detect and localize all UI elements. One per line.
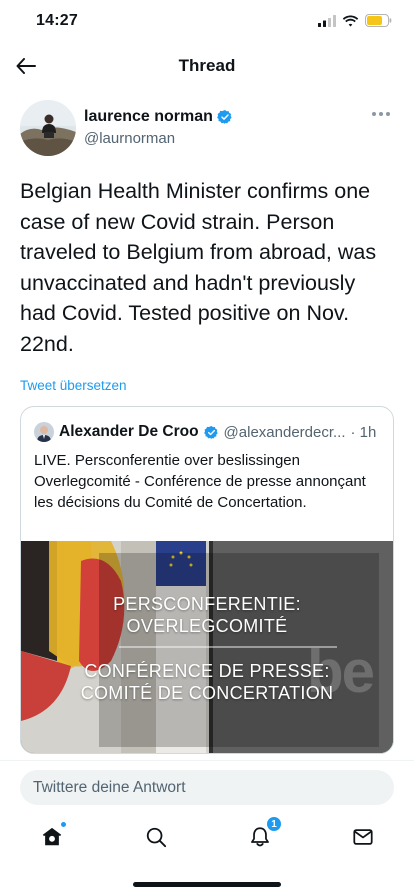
quoted-author-handle: @alexanderdecr... — [223, 423, 346, 441]
reply-placeholder: Twittere deine Antwort — [33, 778, 186, 796]
author-name[interactable]: laurence norman — [84, 108, 213, 126]
battery-icon — [365, 14, 392, 27]
more-dots-icon — [372, 112, 376, 116]
translate-tweet-link[interactable]: Tweet übersetzen — [20, 378, 127, 393]
notifications-count-badge: 1 — [266, 816, 282, 832]
media-caption-top: PERSCONFERENTIE: OVERLEGCOMITÉ — [21, 593, 393, 637]
reply-input[interactable]: Twittere deine Antwort — [20, 770, 394, 805]
status-time: 14:27 — [36, 12, 78, 29]
media-caption-bottom-line2: COMITÉ DE CONCERTATION — [80, 683, 334, 703]
page-title: Thread — [178, 56, 236, 75]
media-caption-bottom: CONFÉRENCE DE PRESSE: COMITÉ DE CONCERTA… — [21, 660, 393, 704]
quoted-avatar — [34, 422, 54, 442]
cellular-signal-icon — [318, 14, 336, 27]
tab-notifications[interactable]: 1 — [247, 816, 282, 850]
status-icons — [318, 14, 392, 27]
quoted-tweet-video[interactable]: PERSCONFERENTIE: OVERLEGCOMITÉ be CONFÉR… — [21, 541, 393, 753]
more-options-button[interactable] — [372, 108, 392, 120]
quoted-author-name: Alexander De Croo — [59, 423, 199, 440]
quoted-tweet-header: Alexander De Croo @alexanderdecr... · 1h — [34, 421, 381, 443]
media-caption-top-line2: OVERLEGCOMITÉ — [126, 616, 288, 636]
header: Thread — [0, 44, 414, 88]
home-indicator — [133, 882, 281, 887]
home-icon — [42, 827, 62, 846]
wifi-icon — [342, 15, 359, 26]
quoted-tweet-text: LIVE. Persconferentie over beslissingen … — [34, 452, 366, 511]
avatar[interactable] — [20, 100, 76, 156]
verified-badge-icon — [203, 425, 218, 439]
quoted-tweet-card[interactable]: Alexander De Croo @alexanderdecr... · 1h… — [20, 406, 394, 754]
verified-badge-icon — [217, 110, 232, 124]
author-handle[interactable]: @laurnorman — [84, 130, 175, 147]
tab-bar: 1 — [0, 812, 414, 862]
quoted-tweet-time: · 1h — [350, 423, 377, 441]
media-caption-top-line1: PERSCONFERENTIE: — [113, 594, 301, 614]
reply-divider — [0, 760, 414, 761]
tab-search[interactable] — [143, 824, 169, 850]
status-bar: 14:27 — [0, 0, 414, 44]
tab-messages[interactable] — [350, 824, 376, 850]
author-name-row: laurence norman — [84, 108, 233, 126]
tweet-text: Belgian Health Minister confirms one cas… — [20, 179, 377, 356]
mail-icon — [353, 829, 373, 845]
tweet-author: laurence norman @laurnorman — [20, 100, 394, 156]
home-dot-badge — [60, 821, 67, 828]
search-icon — [146, 827, 167, 848]
tab-home[interactable] — [39, 821, 67, 850]
media-caption-bottom-line1: CONFÉRENCE DE PRESSE: — [84, 661, 330, 681]
